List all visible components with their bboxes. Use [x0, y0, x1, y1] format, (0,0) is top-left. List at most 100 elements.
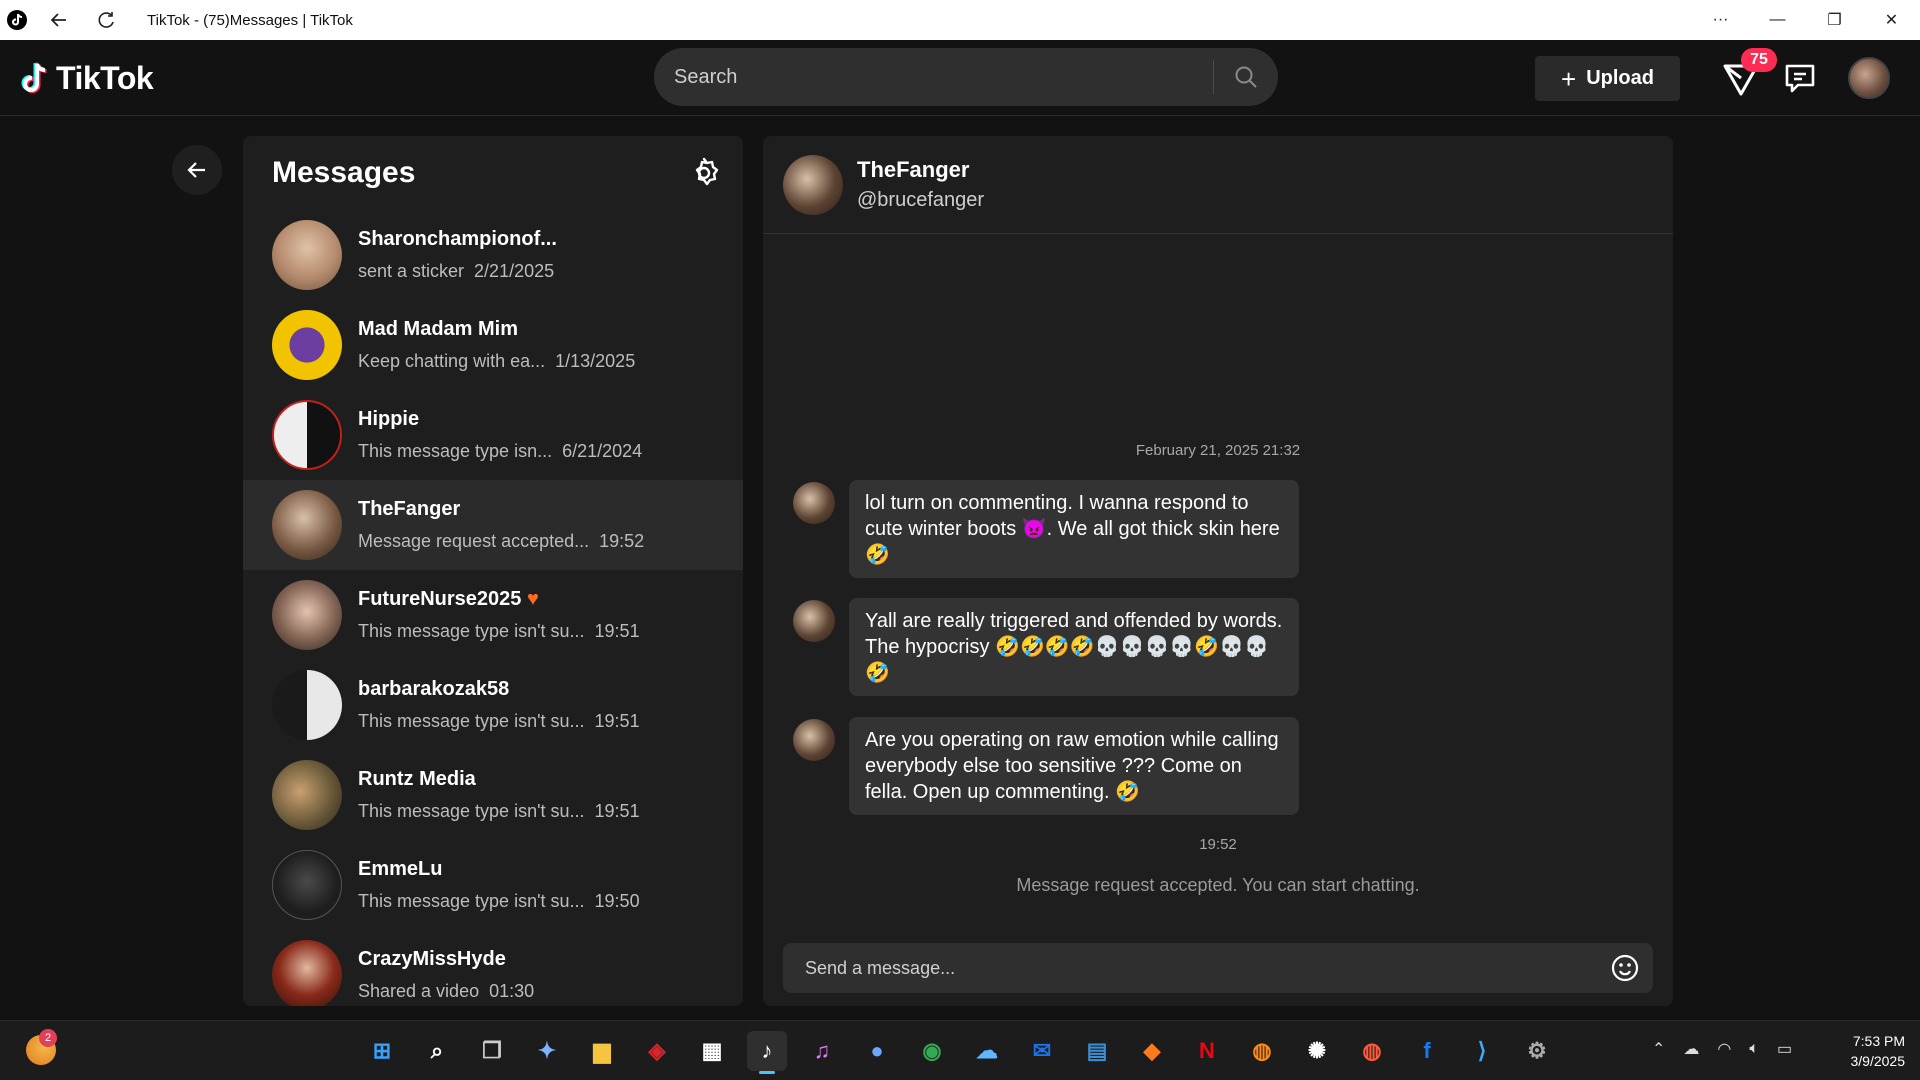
- search-icon: [1235, 66, 1257, 88]
- conversation-preview: This message type isn't su...: [358, 891, 585, 911]
- conversation-item[interactable]: Hippie This message type isn... 6/21/2024: [243, 390, 743, 480]
- window-title: TikTok - (75)Messages | TikTok: [147, 11, 353, 29]
- conversation-name: Sharonchampionof...: [358, 228, 557, 250]
- conversation-name: Hippie: [358, 408, 420, 430]
- sender-avatar[interactable]: [793, 482, 835, 524]
- message-bubble: Yall are really triggered and offended b…: [849, 598, 1299, 696]
- taskbar-apps: ⊞ ⌕ ❐ ✦ ▆ ◈ ▦ ♪ ♫ ● ◉ ☁ ✉ ▤ ◆ N ◍ ✺ ◍ f …: [362, 1031, 1557, 1074]
- firefox-alt-icon[interactable]: ◍: [1352, 1031, 1392, 1071]
- smiley-icon: [1611, 954, 1639, 982]
- restore-icon[interactable]: ❐: [1806, 0, 1863, 40]
- windows-taskbar: 2 ⊞ ⌕ ❐ ✦ ▆ ◈ ▦ ♪ ♫ ● ◉ ☁ ✉ ▤ ◆ N ◍ ✺ ◍ …: [0, 1020, 1920, 1080]
- conversation-time: 19:51: [594, 621, 640, 641]
- conversation-time: 19:50: [594, 891, 640, 911]
- chatgpt-icon[interactable]: ✺: [1297, 1031, 1337, 1071]
- wifi-icon[interactable]: ◠: [1717, 1039, 1731, 1059]
- message-bubble: Are you operating on raw emotion while c…: [849, 717, 1299, 815]
- file-explorer-icon[interactable]: ▆: [582, 1031, 622, 1071]
- tiktok-logo[interactable]: TikTok: [20, 60, 154, 97]
- conversation-avatar: [272, 760, 342, 830]
- conversation-avatar: [272, 850, 342, 920]
- conversation-avatar: [272, 400, 342, 470]
- onedrive-icon[interactable]: ☁: [1683, 1039, 1699, 1059]
- upload-label: Upload: [1586, 67, 1654, 89]
- conversation-name: EmmeLu: [358, 858, 443, 880]
- conversation-time: 2/21/2025: [474, 261, 555, 281]
- itunes-icon[interactable]: ♫: [802, 1031, 842, 1071]
- taskbar-clock[interactable]: 7:53 PM 3/9/2025: [1835, 1031, 1906, 1071]
- conversation-preview: This message type isn't su...: [358, 801, 585, 821]
- conversation-avatar: [272, 940, 342, 1006]
- volume-icon[interactable]: 🔈︎: [1749, 1040, 1759, 1058]
- sender-avatar[interactable]: [793, 719, 835, 761]
- search-input[interactable]: [654, 48, 1213, 106]
- outlook-icon[interactable]: ✉: [1022, 1031, 1062, 1071]
- conversation-item[interactable]: Runtz Media This message type isn't su..…: [243, 750, 743, 840]
- message-bubble: lol turn on commenting. I wanna respond …: [849, 480, 1299, 578]
- back-button[interactable]: [172, 145, 222, 195]
- conversation-time: 1/13/2025: [555, 351, 636, 371]
- conversation-preview: Keep chatting with ea...: [358, 351, 546, 371]
- refresh-icon[interactable]: [87, 0, 127, 40]
- chat-user-name[interactable]: TheFanger: [857, 157, 984, 183]
- chrome-icon[interactable]: ◉: [912, 1031, 952, 1071]
- netflix-icon[interactable]: N: [1187, 1031, 1227, 1071]
- message-row: Yall are really triggered and offended b…: [793, 598, 1299, 696]
- task-view-icon[interactable]: ❐: [472, 1031, 512, 1071]
- message-input[interactable]: [783, 943, 1597, 993]
- conversation-item-active[interactable]: TheFanger Message request accepted... 19:…: [243, 480, 743, 570]
- calculator-icon[interactable]: ▤: [1077, 1031, 1117, 1071]
- logo-text: TikTok: [56, 60, 154, 96]
- message-row: Are you operating on raw emotion while c…: [793, 717, 1299, 815]
- messages-header: Messages: [243, 136, 743, 210]
- chat-header: TheFanger @brucefanger: [763, 136, 1673, 234]
- conversation-item[interactable]: EmmeLu This message type isn't su... 19:5…: [243, 840, 743, 930]
- battery-icon[interactable]: ▭: [1777, 1039, 1792, 1059]
- chat-user-avatar[interactable]: [783, 154, 843, 215]
- conversation-item[interactable]: Mad Madam Mim Keep chatting with ea... 1/…: [243, 300, 743, 390]
- firefox-icon[interactable]: ◍: [1242, 1031, 1282, 1071]
- start-icon[interactable]: ⊞: [362, 1031, 402, 1071]
- upload-button[interactable]: + Upload: [1535, 56, 1680, 101]
- facebook-icon[interactable]: f: [1407, 1031, 1447, 1071]
- icloud-icon[interactable]: ☁: [967, 1031, 1007, 1071]
- vscode-icon[interactable]: ⟩: [1462, 1031, 1502, 1071]
- emoji-button[interactable]: [1597, 943, 1653, 993]
- conversation-avatar: [272, 220, 342, 290]
- chevron-up-icon[interactable]: ⌃: [1652, 1039, 1665, 1059]
- conversation-item[interactable]: FutureNurse2025 ♥ This message type isn'…: [243, 570, 743, 660]
- brave-icon[interactable]: ◆: [1132, 1031, 1172, 1071]
- tiktok-logo-icon: [21, 61, 47, 93]
- app-header: TikTok + Upload 75: [0, 40, 1920, 116]
- chat-bubble-icon[interactable]: ●: [857, 1031, 897, 1071]
- conversation-name: barbarakozak58: [358, 678, 510, 700]
- chat-time-stamp: 19:52: [1199, 836, 1237, 853]
- mcafee-icon[interactable]: ◈: [637, 1031, 677, 1071]
- profile-avatar[interactable]: [1848, 57, 1890, 99]
- settings-taskbar-icon[interactable]: ⚙: [1517, 1031, 1557, 1071]
- chat-panel: TheFanger @brucefanger February 21, 2025…: [763, 136, 1673, 1006]
- more-options-icon[interactable]: ···: [1692, 0, 1749, 40]
- conversation-item[interactable]: CrazyMissHyde Shared a video 01:30: [243, 930, 743, 1006]
- conversation-avatar: [272, 490, 342, 560]
- conversation-time: 19:51: [594, 711, 640, 731]
- conversation-time: 19:51: [594, 801, 640, 821]
- tiktok-taskbar-icon[interactable]: ♪: [747, 1031, 787, 1074]
- sender-avatar[interactable]: [793, 600, 835, 642]
- microsoft-store-icon[interactable]: ▦: [692, 1031, 732, 1071]
- activity-button[interactable]: [1782, 60, 1818, 96]
- search-taskbar-icon[interactable]: ⌕: [417, 1031, 457, 1071]
- message-composer: [783, 943, 1653, 993]
- copilot-icon[interactable]: ✦: [527, 1031, 567, 1071]
- search-button[interactable]: [1214, 48, 1278, 106]
- minimize-icon[interactable]: —: [1749, 0, 1806, 40]
- window-titlebar: TikTok - (75)Messages | TikTok ··· — ❐ ✕: [0, 0, 1920, 40]
- close-icon[interactable]: ✕: [1863, 0, 1920, 40]
- system-tray: ⌃ ☁ ◠ 🔈︎ ▭: [1652, 1039, 1792, 1059]
- browser-back-icon[interactable]: [39, 0, 79, 40]
- conversation-name: FutureNurse2025 ♥: [358, 588, 539, 610]
- conversation-item[interactable]: barbarakozak58 This message type isn't s…: [243, 660, 743, 750]
- conversation-time: 6/21/2024: [562, 441, 643, 461]
- conversation-item[interactable]: Sharonchampionof... sent a sticker 2/21/2…: [243, 210, 743, 300]
- settings-gear-icon[interactable]: [687, 156, 721, 190]
